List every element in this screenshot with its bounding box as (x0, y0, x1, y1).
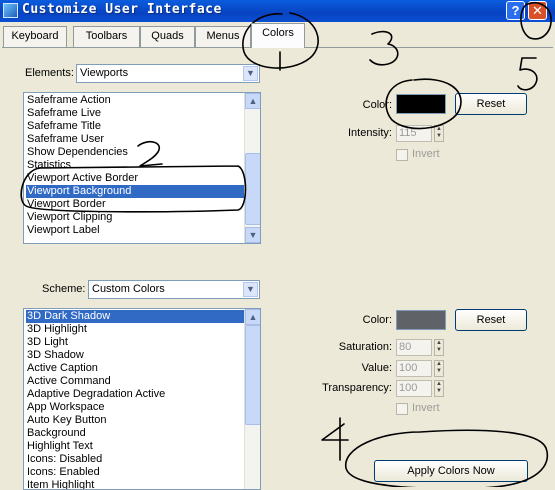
element-color-swatch[interactable] (396, 94, 446, 114)
scheme-invert-checkbox[interactable] (396, 403, 408, 415)
list-item[interactable]: 3D Shadow (26, 349, 84, 362)
list-item[interactable]: Background (26, 427, 86, 440)
help-icon[interactable]: ? (506, 1, 525, 20)
scheme-dropdown[interactable]: Custom Colors ▼ (88, 280, 260, 299)
transparency-field[interactable]: 100 (396, 380, 432, 397)
list-item[interactable]: Statistics (26, 159, 71, 172)
list-item[interactable]: 3D Light (26, 336, 68, 349)
list-item[interactable]: Adaptive Degradation Active (26, 388, 165, 401)
elements-list[interactable]: Safeframe Action Safeframe Live Safefram… (23, 92, 261, 244)
saturation-spinner[interactable]: ▲ ▼ (434, 339, 444, 356)
list-item[interactable]: Highlight Text (26, 440, 93, 453)
elements-dropdown[interactable]: Viewports ▼ (76, 64, 260, 83)
list-item[interactable]: Item Highlight (26, 479, 94, 489)
tab-toolbars[interactable]: Toolbars (73, 26, 140, 47)
list-item-selected[interactable]: 3D Dark Shadow (26, 310, 244, 323)
transparency-label: Transparency: (322, 382, 392, 394)
scroll-up-icon[interactable]: ▲ (245, 309, 260, 325)
list-item[interactable]: 3D Highlight (26, 323, 87, 336)
saturation-label: Saturation: (338, 341, 392, 353)
close-icon[interactable]: ✕ (528, 1, 547, 20)
scheme-invert-label: Invert (412, 402, 440, 414)
scroll-up-icon[interactable]: ▲ (245, 93, 260, 109)
scheme-color-swatch[interactable] (396, 310, 446, 330)
list-item-selected[interactable]: Viewport Background (26, 185, 244, 198)
list-item[interactable]: Viewport Clipping (26, 211, 112, 224)
value-label: Value: (361, 362, 392, 374)
element-invert-checkbox[interactable] (396, 149, 408, 161)
list-item[interactable]: Safeframe Title (26, 120, 101, 133)
intensity-spinner[interactable]: ▲ ▼ (434, 125, 444, 142)
list-item[interactable]: Icons: Enabled (26, 466, 100, 479)
scheme-label: Scheme: (42, 283, 86, 295)
apply-colors-now-button[interactable]: Apply Colors Now (374, 460, 528, 482)
element-reset-button[interactable]: Reset (455, 93, 527, 115)
elements-label: Elements: (25, 67, 74, 79)
chevron-down-icon[interactable]: ▼ (243, 282, 258, 297)
tab-menus[interactable]: Menus (195, 26, 251, 47)
scroll-thumb[interactable] (245, 153, 260, 225)
tab-colors[interactable]: Colors (251, 23, 305, 48)
list-item[interactable]: Safeframe User (26, 133, 104, 146)
list-item[interactable]: Active Caption (26, 362, 98, 375)
list-item[interactable]: Show Dependencies (26, 146, 128, 159)
title-bar: Customize User Interface ? ✕ (0, 0, 555, 22)
list-item[interactable]: Icons: Disabled (26, 453, 102, 466)
scheme-list[interactable]: 3D Dark Shadow 3D Highlight 3D Light 3D … (23, 308, 261, 490)
window-title: Customize User Interface (22, 2, 222, 17)
intensity-label: Intensity: (347, 127, 392, 139)
list-item[interactable]: Safeframe Live (26, 107, 101, 120)
list-item[interactable]: Safeframe Action (26, 94, 111, 107)
list-item[interactable]: Viewport Border (26, 198, 106, 211)
list-item[interactable]: Active Command (26, 375, 111, 388)
element-color-label: Color: (362, 99, 392, 111)
app-icon (3, 3, 18, 18)
scheme-scrollbar[interactable]: ▲ (244, 309, 260, 489)
list-item[interactable]: Viewport Label (26, 224, 100, 237)
scroll-down-icon[interactable]: ▼ (245, 227, 260, 243)
scheme-reset-button[interactable]: Reset (455, 309, 527, 331)
element-invert-label: Invert (412, 148, 440, 160)
elements-scrollbar[interactable]: ▲ ▼ (244, 93, 260, 243)
list-item[interactable]: Viewport Active Border (26, 172, 138, 185)
scheme-dropdown-value: Custom Colors (92, 283, 165, 295)
scroll-thumb[interactable] (245, 325, 260, 425)
elements-dropdown-value: Viewports (80, 67, 129, 79)
tab-keyboard[interactable]: Keyboard (3, 26, 67, 47)
value-field[interactable]: 100 (396, 360, 432, 377)
value-spinner[interactable]: ▲ ▼ (434, 360, 444, 377)
scheme-color-label: Color: (362, 314, 392, 326)
list-item[interactable]: Auto Key Button (26, 414, 107, 427)
chevron-down-icon[interactable]: ▼ (243, 66, 258, 81)
tab-quads[interactable]: Quads (140, 26, 195, 47)
intensity-field[interactable]: 115 (396, 125, 432, 142)
list-item[interactable]: App Workspace (26, 401, 104, 414)
saturation-field[interactable]: 80 (396, 339, 432, 356)
transparency-spinner[interactable]: ▲ ▼ (434, 380, 444, 397)
